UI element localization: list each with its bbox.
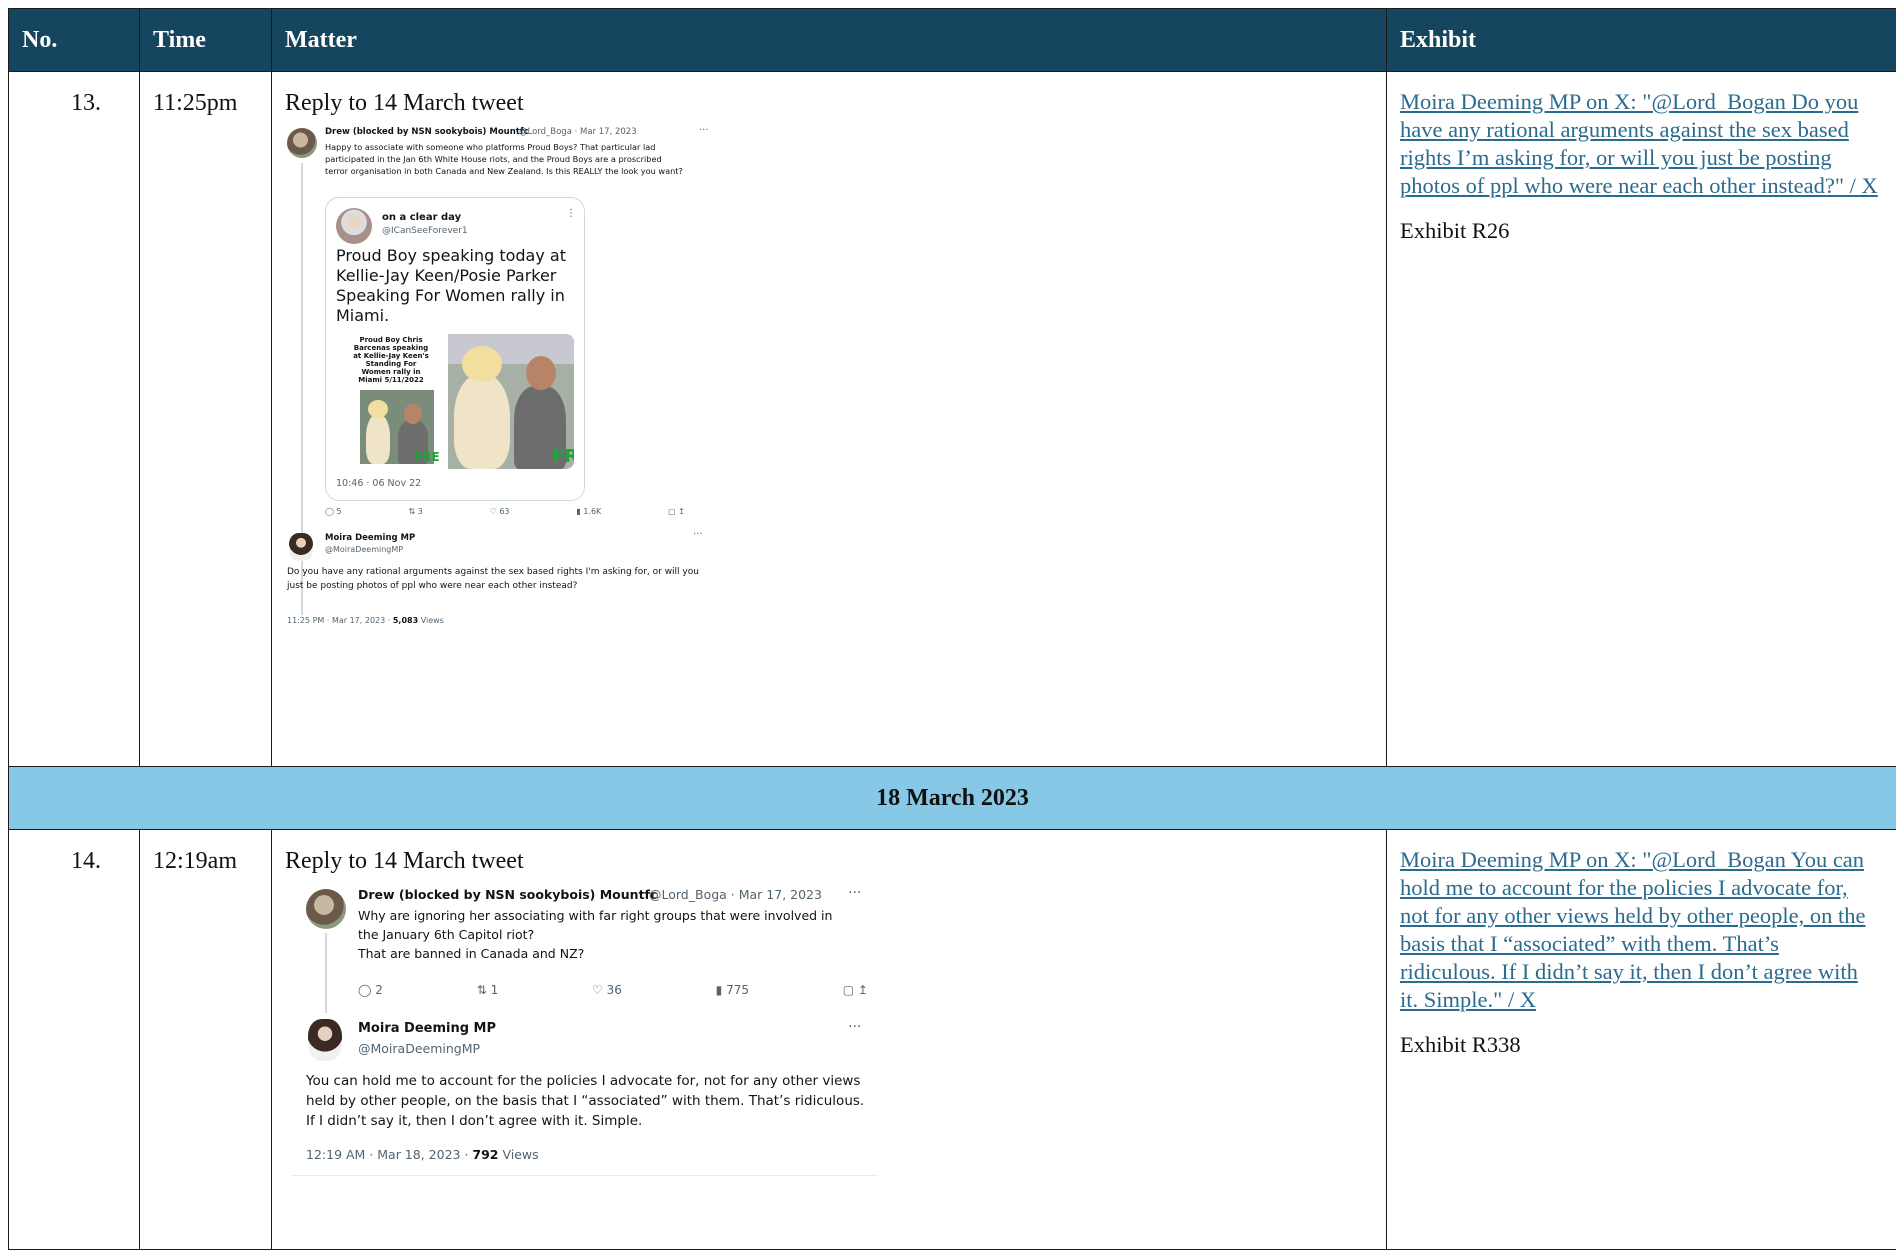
thread-line: [325, 933, 327, 1013]
reply-author-name: Moira Deeming MP: [325, 533, 415, 543]
more-icon[interactable]: ···: [693, 529, 703, 540]
retweet-icon[interactable]: ⇅ 3: [408, 507, 422, 516]
table-row: 14. 12:19am Reply to 14 March tweet Drew…: [9, 830, 1896, 1250]
tweet-screenshot: Drew (blocked by NSN sookybois) Mountfc …: [292, 881, 882, 1211]
divider: [292, 1175, 878, 1176]
avatar: [287, 128, 317, 158]
quote-timestamp: 10:46 · 06 Nov 22: [336, 478, 421, 489]
reply-meta: 11:25 PM · Mar 17, 2023 · 5,083 Views: [287, 616, 444, 625]
exhibit-number: Exhibit R26: [1387, 200, 1896, 244]
like-icon[interactable]: ♡ 63: [490, 507, 510, 516]
more-icon[interactable]: ···: [699, 125, 709, 136]
views-icon[interactable]: ▮ 775: [716, 983, 749, 997]
header-exhibit: Exhibit: [1387, 9, 1896, 72]
avatar: [306, 889, 346, 929]
quoted-tweet[interactable]: on a clear day @ICanSeeForever1 ⋮ Proud …: [325, 197, 585, 501]
matter-title: Reply to 14 March tweet: [272, 72, 1386, 117]
parent-author-name: Drew (blocked by NSN sookybois) Mountfc: [325, 127, 529, 137]
exhibit-link[interactable]: Moira Deeming MP on X: "@Lord_Bogan You …: [1387, 830, 1896, 1014]
exhibit-link[interactable]: Moira Deeming MP on X: "@Lord_Bogan Do y…: [1387, 72, 1896, 200]
table-row: 13. 11:25pm Reply to 14 March tweet Drew…: [9, 72, 1896, 767]
parent-author-handle: @Lord_Boga · Mar 17, 2023: [649, 887, 822, 902]
header-time: Time: [140, 9, 272, 72]
reply-author-handle: @MoiraDeemingMP: [325, 545, 403, 554]
reply-icon[interactable]: ◯ 5: [325, 507, 342, 516]
row-number: 13.: [9, 72, 140, 767]
header-matter: Matter: [272, 9, 1387, 72]
header-no: No.: [9, 9, 140, 72]
views-icon[interactable]: ▮ 1.6K: [576, 507, 601, 516]
exhibit-number: Exhibit R338: [1387, 1014, 1896, 1058]
parent-author-handle: @Lord_Boga · Mar 17, 2023: [519, 127, 637, 137]
row-number: 14.: [9, 830, 140, 1250]
date-divider-row: 18 March 2023: [9, 767, 1896, 830]
matter-title: Reply to 14 March tweet: [272, 830, 1386, 875]
reply-meta: 12:19 AM · Mar 18, 2023 · 792 Views: [306, 1147, 539, 1162]
row-exhibit: Moira Deeming MP on X: "@Lord_Bogan You …: [1387, 830, 1896, 1250]
avatar: [289, 533, 313, 561]
parent-tweet-text: Happy to associate with someone who plat…: [325, 141, 685, 177]
avatar: [336, 208, 372, 244]
avatar: [308, 1019, 342, 1061]
date-divider: 18 March 2023: [9, 767, 1896, 830]
more-icon[interactable]: ···: [848, 885, 861, 901]
bookmark-share-icon[interactable]: ▢ ↥: [843, 983, 868, 997]
parent-tweet-text: Why are ignoring her associating with fa…: [358, 906, 878, 963]
tweet-screenshot: Drew (blocked by NSN sookybois) Mountfc …: [287, 125, 717, 745]
reply-text: Do you have any rational arguments again…: [287, 565, 707, 593]
reply-author-name: Moira Deeming MP: [358, 1021, 496, 1036]
row-time: 11:25pm: [140, 72, 272, 767]
quote-photo-right: FR: [448, 334, 574, 469]
like-icon[interactable]: ♡ 36: [592, 983, 622, 997]
reply-author-handle: @MoiraDeemingMP: [358, 1041, 480, 1056]
header-row: No. Time Matter Exhibit: [9, 9, 1896, 72]
retweet-icon[interactable]: ⇅ 1: [477, 983, 499, 997]
tweet-actions: ◯ 2 ⇅ 1 ♡ 36 ▮ 775 ▢ ↥: [358, 983, 868, 997]
row-time: 12:19am: [140, 830, 272, 1250]
quote-author-name: on a clear day: [382, 212, 461, 223]
reply-text: You can hold me to account for the polic…: [306, 1071, 866, 1131]
exhibit-table: No. Time Matter Exhibit 13. 11:25pm Repl…: [8, 8, 1896, 1250]
photo-caption: Proud Boy Chris Barcenas speaking at Kel…: [350, 336, 432, 384]
quote-photo-left: Proud Boy Chris Barcenas speaking at Kel…: [336, 334, 444, 469]
more-icon[interactable]: ⋮: [566, 208, 576, 219]
quote-author-handle: @ICanSeeForever1: [382, 226, 468, 236]
more-icon[interactable]: ···: [848, 1019, 861, 1035]
tweet-actions: ◯ 5 ⇅ 3 ♡ 63 ▮ 1.6K ▢ ↥: [325, 507, 685, 516]
parent-author-name: Drew (blocked by NSN sookybois) Mountfc: [358, 887, 657, 902]
reply-icon[interactable]: ◯ 2: [358, 983, 383, 997]
row-matter: Reply to 14 March tweet Drew (blocked by…: [272, 830, 1387, 1250]
row-matter: Reply to 14 March tweet Drew (blocked by…: [272, 72, 1387, 767]
row-exhibit: Moira Deeming MP on X: "@Lord_Bogan Do y…: [1387, 72, 1896, 767]
quote-text: Proud Boy speaking today at Kellie-Jay K…: [336, 246, 566, 326]
bookmark-share-icon[interactable]: ▢ ↥: [668, 507, 685, 516]
